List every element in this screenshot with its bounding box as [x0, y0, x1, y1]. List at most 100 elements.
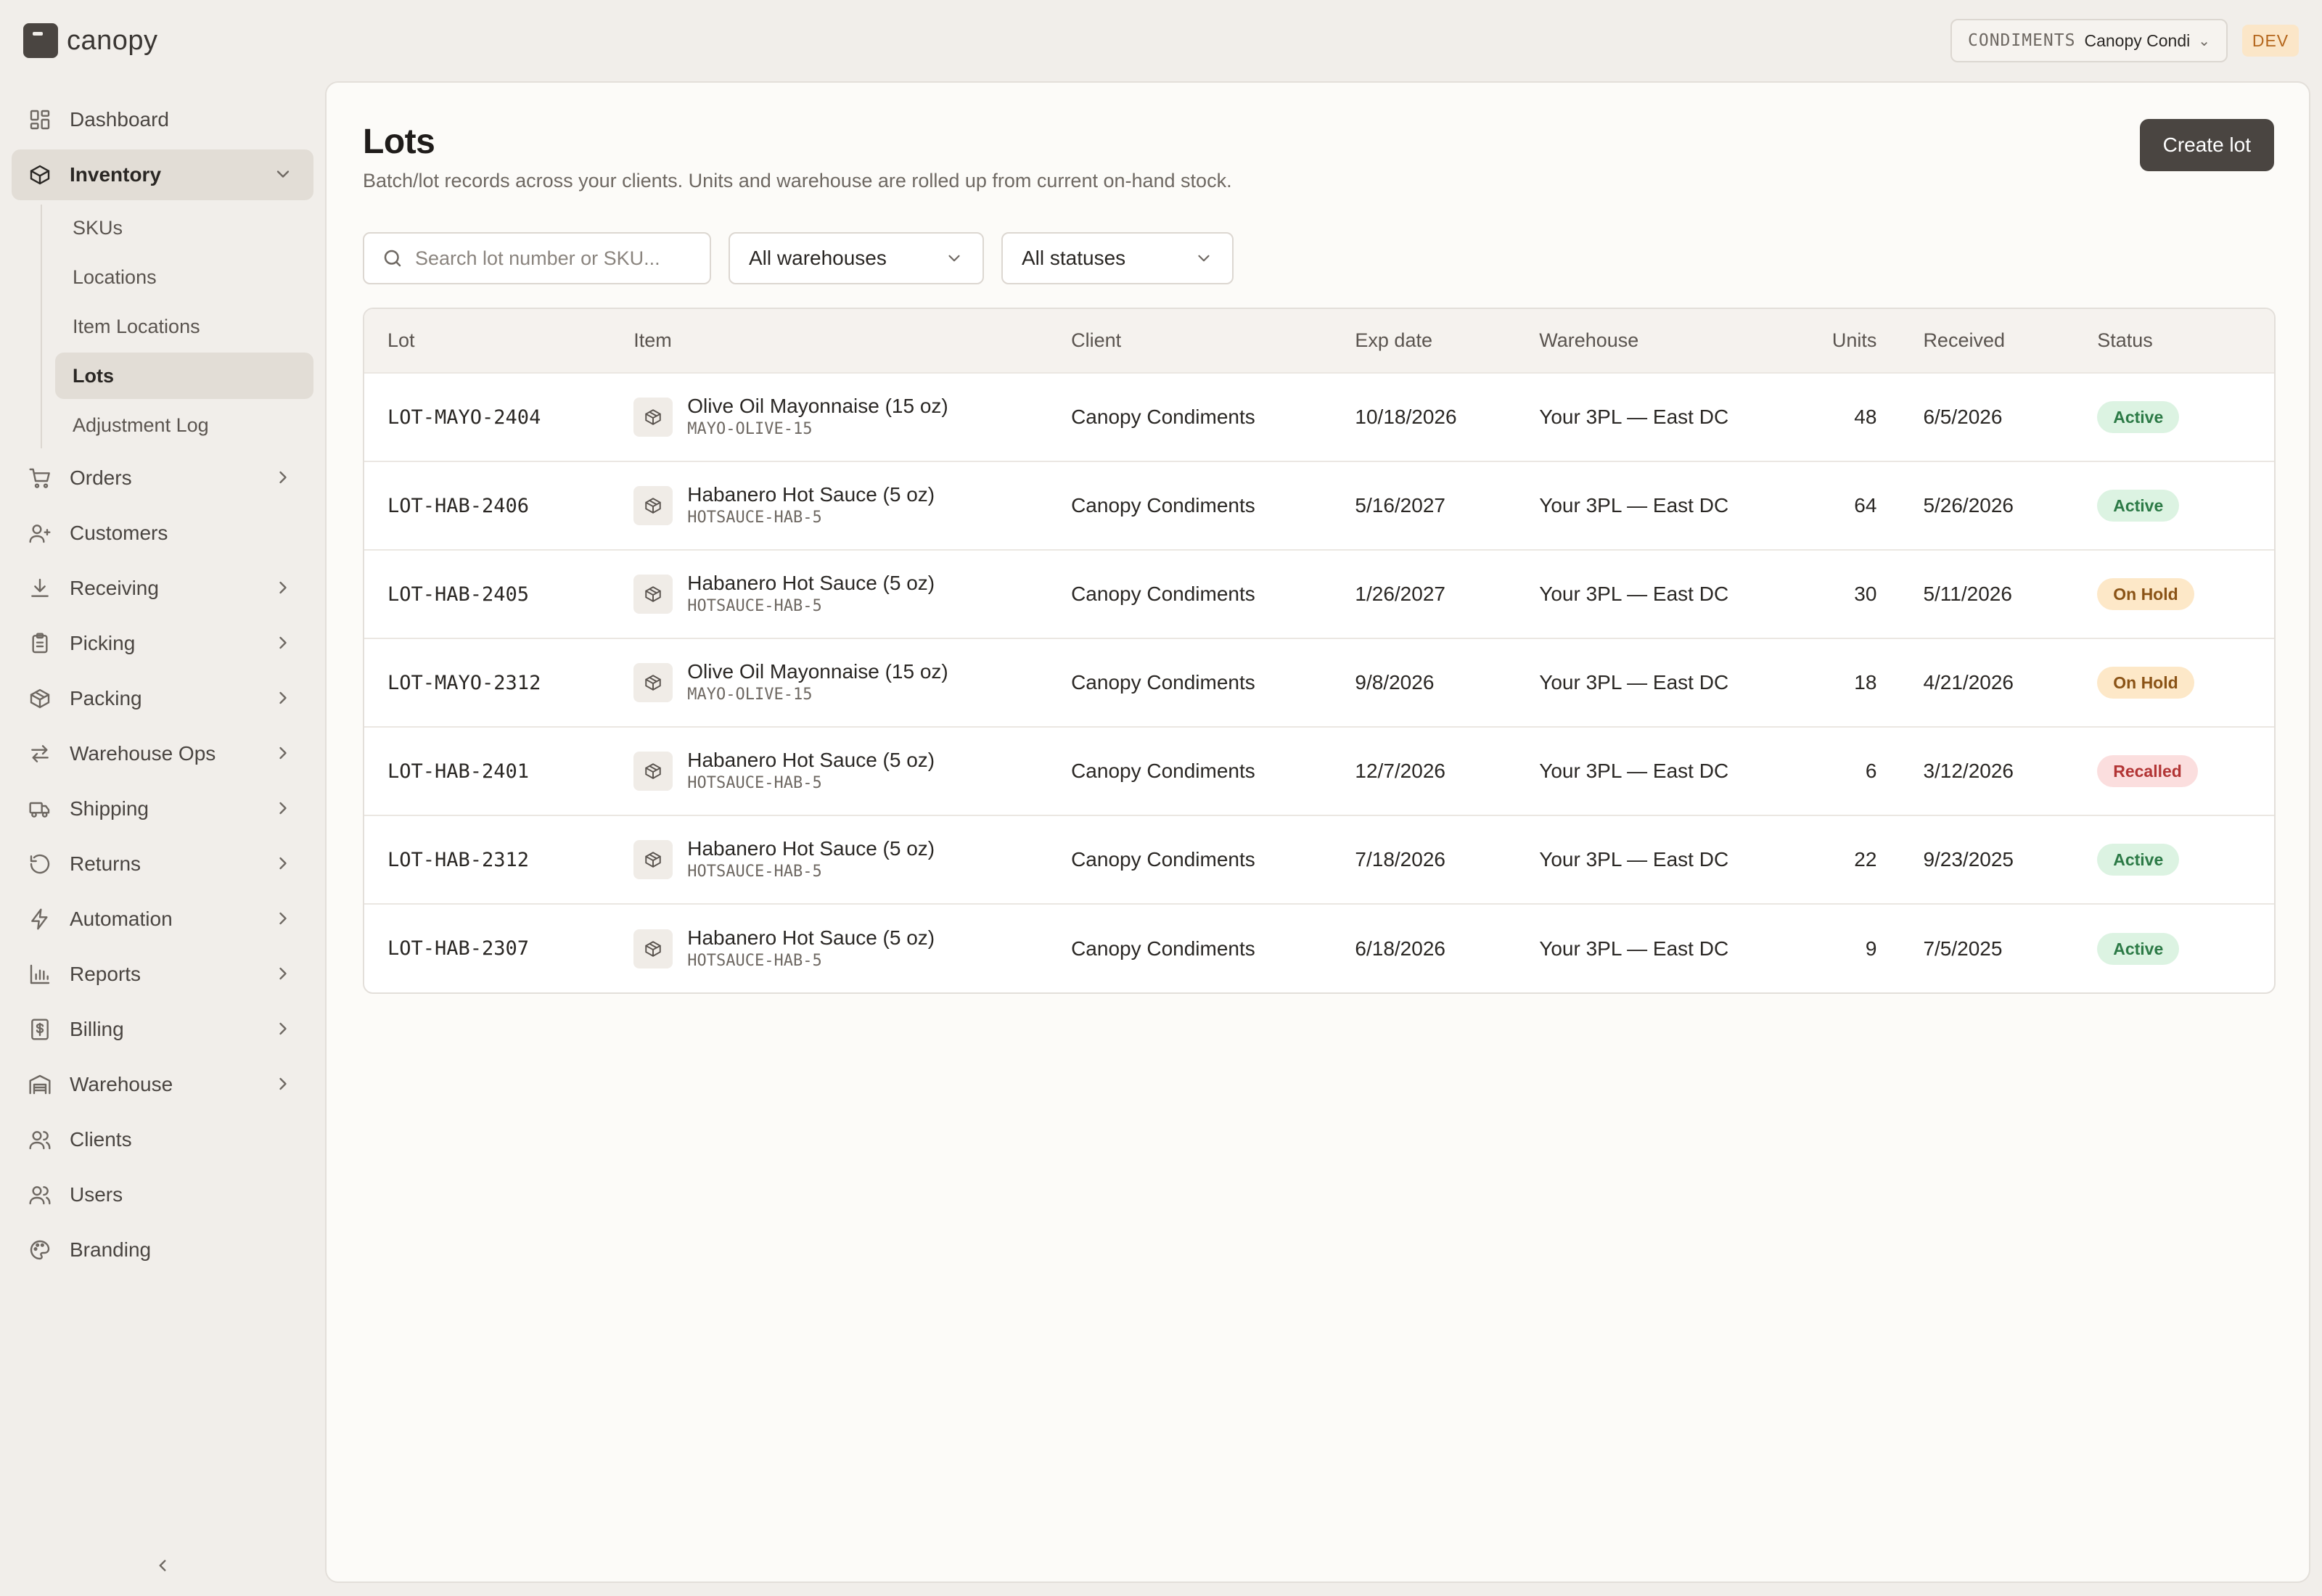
client-switcher[interactable]: CONDIMENTS Canopy Condiments ⌄: [1950, 19, 2228, 62]
status-filter[interactable]: All statuses: [1001, 232, 1234, 284]
table-row[interactable]: LOT-HAB-2312 Habanero Hot Sauce (5 oz) HOT…: [364, 815, 2274, 904]
client-cell: Canopy Condiments: [1048, 903, 1332, 992]
sidebar-item-reports[interactable]: Reports: [12, 949, 313, 1000]
sidebar-item-warehouse[interactable]: Warehouse: [12, 1059, 313, 1110]
search-input[interactable]: [415, 247, 692, 270]
cart-icon: [29, 468, 50, 488]
app-logo[interactable]: canopy: [23, 22, 158, 59]
column-header-exp-date[interactable]: Exp date: [1332, 309, 1516, 373]
package-icon: [633, 752, 673, 791]
status-cell: Active: [2074, 903, 2274, 992]
sidebar-item-branding[interactable]: Branding: [12, 1225, 313, 1275]
sidebar-item-packing[interactable]: Packing: [12, 673, 313, 724]
sidebar-subitem-skus[interactable]: SKUs: [55, 205, 313, 251]
client-cell: Canopy Condiments: [1048, 815, 1332, 904]
lot-number[interactable]: LOT-MAYO-2312: [364, 638, 611, 727]
sidebar-item-label: Warehouse Ops: [70, 742, 216, 765]
lot-number[interactable]: LOT-HAB-2312: [364, 815, 611, 904]
item-sku: MAYO-OLIVE-15: [687, 420, 813, 438]
column-header-client[interactable]: Client: [1048, 309, 1332, 373]
units-cell: 6: [1784, 726, 1900, 815]
warehouse-filter-value: All warehouses: [749, 247, 887, 269]
sidebar-item-dashboard[interactable]: Dashboard: [12, 94, 313, 145]
table-row[interactable]: LOT-HAB-2307 Habanero Hot Sauce (5 oz) HOT…: [364, 903, 2274, 992]
chevron-down-icon: [948, 255, 960, 262]
package-icon: [645, 763, 661, 779]
units-cell: 18: [1784, 638, 1900, 727]
lot-number[interactable]: LOT-HAB-2406: [364, 461, 611, 550]
chevron-left-icon: [159, 1560, 166, 1571]
sidebar-subitem-lots[interactable]: Lots: [55, 353, 313, 399]
sidebar-item-orders[interactable]: Orders: [12, 453, 313, 503]
lot-number[interactable]: LOT-HAB-2401: [364, 726, 611, 815]
sidebar-item-users[interactable]: Users: [12, 1169, 313, 1220]
sidebar-subitem-adjustment-log[interactable]: Adjustment Log: [55, 402, 313, 448]
chevron-right-icon: [279, 857, 287, 870]
table-row[interactable]: LOT-HAB-2401 Habanero Hot Sauce (5 oz) HOT…: [364, 726, 2274, 815]
warehouse-cell: Your 3PL — East DC: [1516, 372, 1784, 461]
lot-number[interactable]: LOT-MAYO-2404: [364, 372, 611, 461]
client-cell: Canopy Condiments: [1048, 549, 1332, 638]
main-panel: Lots Batch/lot records across your clien…: [325, 81, 2310, 1583]
table-row[interactable]: LOT-HAB-2406 Habanero Hot Sauce (5 oz) HOT…: [364, 461, 2274, 550]
sidebar-item-picking[interactable]: Picking: [12, 618, 313, 669]
item-name: Habanero Hot Sauce (5 oz): [687, 926, 935, 949]
sidebar-item-receiving[interactable]: Receiving: [12, 563, 313, 614]
logo-icon: [23, 23, 58, 58]
warehouse-filter[interactable]: All warehouses: [729, 232, 984, 284]
sidebar-item-billing[interactable]: Billing: [12, 1004, 313, 1055]
column-header-item[interactable]: Item: [610, 309, 1048, 373]
sidebar-item-warehouse-ops[interactable]: Warehouse Ops: [12, 728, 313, 779]
sidebar-item-label: Branding: [70, 1238, 152, 1261]
column-header-units[interactable]: Units: [1784, 309, 1900, 373]
warehouse-icon: [28, 1072, 52, 1097]
sidebar-subitem-locations[interactable]: Locations: [55, 254, 313, 300]
client-tag: CONDIMENTS: [1968, 31, 2076, 50]
sidebar-subitem-item-locations[interactable]: Item Locations: [55, 303, 313, 350]
table-row[interactable]: LOT-MAYO-2312 Olive Oil Mayonnaise (15 oz…: [364, 638, 2274, 727]
received-cell: 3/12/2026: [1900, 726, 2075, 815]
chevron-down-icon: [1198, 255, 1210, 262]
search-box[interactable]: [363, 232, 711, 284]
lot-number[interactable]: LOT-HAB-2405: [364, 549, 611, 638]
table-row[interactable]: LOT-HAB-2405 Habanero Hot Sauce (5 oz) HOT…: [364, 549, 2274, 638]
lot-number[interactable]: LOT-HAB-2307: [364, 903, 611, 992]
create-lot-button[interactable]: Create lot: [2139, 119, 2274, 171]
package-icon: [28, 686, 52, 711]
item-sku: HOTSAUCE-HAB-5: [687, 774, 822, 792]
chevron-right-icon: [279, 1022, 287, 1035]
exp-date-cell: 5/16/2027: [1332, 461, 1517, 550]
column-header-lot[interactable]: Lot: [364, 309, 610, 373]
chart-icon: [30, 964, 50, 984]
sidebar-item-label: Customers: [70, 522, 168, 544]
column-header-status[interactable]: Status: [2074, 309, 2274, 373]
units-cell: 30: [1784, 549, 1900, 638]
sidebar-item-label: Returns: [70, 852, 141, 875]
table-row[interactable]: LOT-MAYO-2404 Olive Oil Mayonnaise (15 oz…: [364, 372, 2274, 461]
sidebar-item-label: Clients: [70, 1128, 132, 1151]
sidebar-item-inventory[interactable]: Inventory: [12, 149, 313, 200]
units-cell: 64: [1784, 461, 1900, 550]
sidebar-item-label: Billing: [70, 1018, 124, 1040]
collapse-sidebar-button[interactable]: [149, 1552, 176, 1579]
chevron-right-icon: [279, 691, 287, 704]
transfer-icon: [28, 741, 52, 766]
chevron-right-icon: [279, 912, 287, 925]
sidebar-item-automation[interactable]: Automation: [12, 894, 313, 945]
sidebar-item-shipping[interactable]: Shipping: [12, 783, 313, 834]
sidebar-item-returns[interactable]: Returns: [12, 839, 313, 889]
client-name: Canopy Condiments: [2084, 30, 2190, 50]
status-cell: Active: [2074, 372, 2274, 461]
sidebar-item-clients[interactable]: Clients: [12, 1114, 313, 1165]
item-name: Olive Oil Mayonnaise (15 oz): [687, 395, 948, 417]
sidebar-item-customers[interactable]: Customers: [12, 508, 313, 559]
cart-icon: [28, 466, 52, 490]
return-icon: [28, 852, 52, 876]
column-header-received[interactable]: Received: [1900, 309, 2074, 373]
sidebar-item-label: Inventory: [70, 163, 162, 186]
lots-table: Lot Item Client Exp date Warehouse Units…: [363, 308, 2276, 994]
column-header-warehouse[interactable]: Warehouse: [1516, 309, 1784, 373]
package-icon: [645, 852, 661, 868]
exp-date-cell: 1/26/2027: [1332, 549, 1517, 638]
status-badge: Active: [2097, 932, 2180, 965]
